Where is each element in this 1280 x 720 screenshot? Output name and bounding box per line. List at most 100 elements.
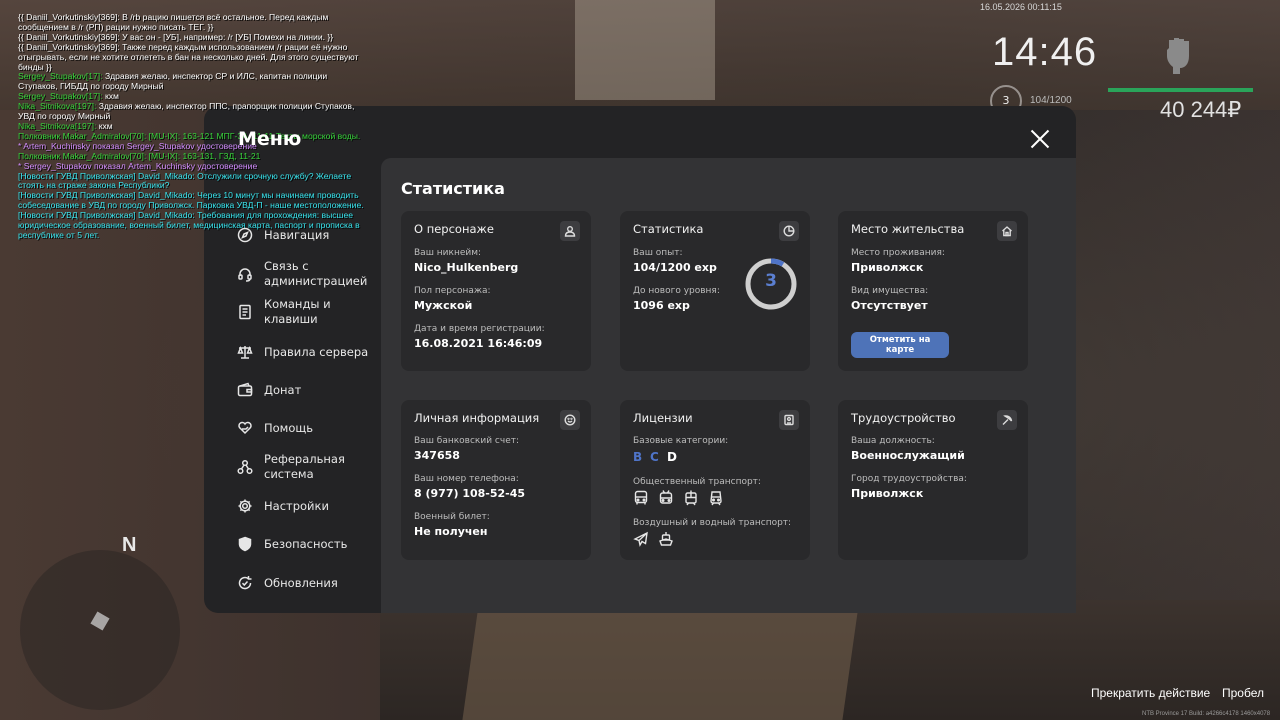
headset-icon [236, 265, 254, 283]
train-icon [708, 490, 724, 506]
nav-item-rules[interactable]: Правила сервера [236, 343, 374, 361]
phone-value: 8 (977) 108-52-45 [414, 487, 526, 500]
trolleybus-icon [658, 490, 674, 506]
phone-label: Ваш номер телефона: [414, 474, 519, 484]
work-city-label: Город трудоустройства: [851, 474, 967, 484]
minimap [20, 550, 180, 710]
card-title: О персонаже [414, 222, 494, 236]
fist-icon [1163, 34, 1197, 74]
property-label: Вид имущества: [851, 286, 929, 296]
gender-label: Пол персонажа: [414, 286, 491, 296]
menu-title: Меню [238, 128, 302, 150]
nav-label: Связь с администрацией [264, 259, 368, 288]
next-level-value: 1096 exp [633, 299, 690, 312]
chat-log: {{ Daniil_Vorkutinskiy[369]: В /rb рацию… [18, 12, 368, 241]
referral-icon [236, 458, 254, 476]
nav-label: Безопасность [264, 536, 348, 551]
chat-author: Sergey_Stupakov[17]: [18, 71, 103, 82]
space-key-hint: Пробел [1222, 686, 1264, 700]
wallet-icon [236, 381, 254, 399]
chat-line: [Новости ГУВД Приволжская] David_Mikado:… [18, 170, 352, 191]
nav-item-admin-contact[interactable]: Связь с администрацией [236, 259, 374, 288]
hud-exp: 104/1200 [1030, 95, 1072, 106]
card-residence: Место жительства Место проживания: Приво… [838, 211, 1028, 371]
nickname-label: Ваш никнейм: [414, 248, 482, 258]
nav-item-commands[interactable]: Команды и клавиши [236, 297, 374, 326]
card-employment: Трудоустройство Ваша должность: Военносл… [838, 400, 1028, 560]
chat-text: кхм [102, 91, 119, 102]
card-statistics: Статистика Ваш опыт: 104/1200 exp До нов… [620, 211, 810, 371]
registration-label: Дата и время регистрации: [414, 324, 545, 334]
exp-value: 104/1200 exp [633, 261, 717, 274]
category-c: C [650, 450, 659, 464]
shield-icon [236, 535, 254, 553]
card-character: О персонаже Ваш никнейм: Nico_Hulkenberg… [401, 211, 591, 371]
ship-icon [658, 531, 674, 547]
card-title: Лицензии [633, 411, 693, 425]
chat-line: {{ Daniil_Vorkutinskiy[369]: В /rb рацию… [18, 12, 329, 32]
card-personal-info: Личная информация Ваш банковский счет: 3… [401, 400, 591, 560]
cancel-action-hint: Прекратить действие [1091, 686, 1211, 700]
gear-icon [236, 497, 254, 515]
nav-label: Помощь [264, 420, 314, 435]
chat-line: Nika_Sitnikova[197]: Здравия желаю, инсп… [18, 101, 368, 122]
hud-time: 14:46 [992, 30, 1098, 74]
home-icon [997, 221, 1017, 241]
nav-item-settings[interactable]: Настройки [236, 497, 374, 515]
residence-value: Приволжск [851, 261, 924, 274]
document-icon [236, 303, 254, 321]
pickaxe-icon [997, 410, 1017, 430]
mark-on-map-button[interactable]: Отметить на карте [851, 332, 949, 358]
nav-item-security[interactable]: Безопасность [236, 535, 374, 553]
residence-label: Место проживания: [851, 248, 945, 258]
chat-line: [Новости ГУВД Приволжская] David_Mikado:… [18, 190, 364, 211]
background-desk [462, 612, 858, 720]
chat-line: * Sergey_Stupakov показал Artem_Kuchinsk… [18, 160, 258, 171]
nav-item-referral[interactable]: Реферальная система [236, 452, 374, 481]
nav-item-help[interactable]: Помощь [236, 419, 374, 437]
exp-label: Ваш опыт: [633, 248, 683, 258]
airplane-icon [633, 531, 649, 547]
gender-value: Мужской [414, 299, 473, 312]
bank-value: 347658 [414, 449, 460, 462]
license-icon [779, 410, 799, 430]
update-icon [236, 574, 254, 592]
hud-health-bar [1108, 88, 1253, 92]
chat-text: кхм [96, 120, 113, 131]
chat-line: {{ Daniil_Vorkutinskiy[369]: Также перед… [18, 41, 359, 72]
tram-icon [683, 490, 699, 506]
chat-author: Nika_Sitnikova[197]: [18, 120, 97, 131]
air-water-transport-icons [633, 531, 674, 547]
chat-author: Nika_Sitnikova[197]: [18, 101, 97, 112]
public-transport-icons [633, 490, 724, 506]
chat-author: Sergey_Stupakov[17]: [18, 91, 103, 102]
nav-item-navigation[interactable]: Навигация [236, 226, 374, 244]
bank-label: Ваш банковский счет: [414, 436, 520, 446]
background-board [575, 0, 715, 100]
public-transport-label: Общественный транспорт: [633, 477, 761, 487]
pie-chart-icon [779, 221, 799, 241]
registration-value: 16.08.2021 16:46:09 [414, 337, 543, 350]
military-label: Военный билет: [414, 512, 490, 522]
smile-icon [560, 410, 580, 430]
card-licenses: Лицензии Базовые категории: B C D Общест… [620, 400, 810, 560]
next-level-label: До нового уровня: [633, 286, 720, 296]
work-city-value: Приволжск [851, 487, 924, 500]
compass-north: N [122, 534, 137, 556]
hud-date: 16.05.2026 00:11:15 [980, 2, 1062, 12]
military-value: Не получен [414, 525, 488, 538]
card-title: Личная информация [414, 411, 540, 425]
position-label: Ваша должность: [851, 436, 935, 446]
close-icon[interactable] [1029, 128, 1051, 150]
nav-label: Правила сервера [264, 344, 369, 359]
user-icon [560, 221, 580, 241]
nav-label: Навигация [264, 227, 330, 242]
chat-line: Sergey_Stupakov[17]: Здравия желаю, инсп… [18, 71, 368, 92]
basic-categories-label: Базовые категории: [633, 436, 729, 446]
nav-label: Обновления [264, 575, 338, 590]
nav-item-updates[interactable]: Обновления [236, 574, 374, 592]
nav-item-donate[interactable]: Донат [236, 381, 374, 399]
build-info: NTB Province 17 Build: a4266c4178 1460x4… [1142, 711, 1271, 717]
air-water-transport-label: Воздушный и водный транспорт: [633, 518, 792, 528]
nickname-value: Nico_Hulkenberg [414, 261, 519, 274]
